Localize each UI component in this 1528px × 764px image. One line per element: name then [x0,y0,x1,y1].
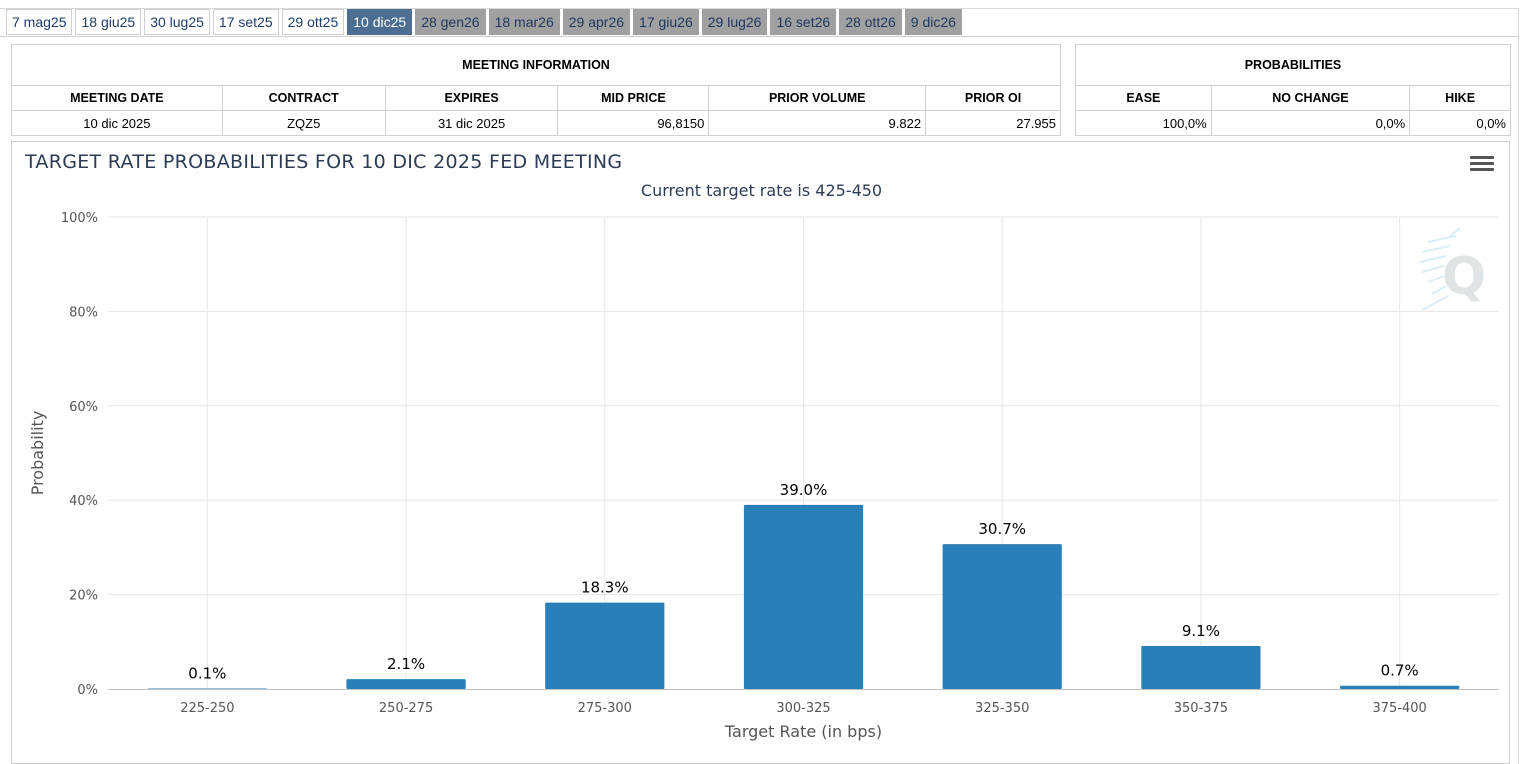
col-mid-price: MID PRICE [557,85,710,111]
meeting-info-heading: MEETING INFORMATION [11,44,1061,86]
data-label: 0.7% [1381,662,1419,680]
col-hike: HIKE [1409,85,1511,111]
prior-volume-value: 9.822 [708,110,927,136]
hike-value: 0,0% [1409,110,1511,136]
y-tick-label: 100% [61,211,98,226]
y-tick-label: 60% [69,400,98,415]
col-contract: CONTRACT [221,85,386,111]
y-tick-label: 40% [69,494,98,509]
meeting-info-table: MEETING INFORMATION MEETING DATE CONTRAC… [11,44,1061,136]
table-row: 100,0% 0,0% 0,0% [1075,110,1511,136]
x-tick-label: 275-300 [578,701,632,716]
tab-29-apr26[interactable]: 29 apr26 [562,9,631,35]
bar-275-300 [545,602,665,689]
tab-28-ott26[interactable]: 28 ott26 [839,9,902,35]
meeting-tabs: 7 mag25 18 giu25 30 lug25 17 set25 29 ott25 1… [6,9,962,37]
mid-price-value: 96,8150 [557,110,710,136]
y-tick-label: 80% [69,305,98,320]
bar-375-400 [1340,685,1460,689]
no-change-value: 0,0% [1210,110,1411,136]
data-label: 2.1% [387,655,425,673]
ease-value: 100,0% [1075,110,1212,136]
prior-oi-value: 27.955 [925,110,1061,136]
probabilities-heading: PROBABILITIES [1075,44,1511,86]
col-meeting-date: MEETING DATE [11,85,223,111]
cme-q-logo: Q [1419,227,1486,311]
data-label: 39.0% [780,481,828,499]
bar-350-375 [1141,646,1261,689]
tab-10-dic25[interactable]: 10 dic25 [347,9,413,35]
tab-17-set25[interactable]: 17 set25 [212,9,279,35]
tab-9-dic26[interactable]: 9 dic26 [904,9,962,35]
x-tick-label: 325-350 [975,701,1029,716]
tab-28-gen26[interactable]: 28 gen26 [415,9,486,35]
x-tick-label: 225-250 [180,701,234,716]
tab-17-giu26[interactable]: 17 giu26 [633,9,699,35]
tabbar-divider [0,36,1519,37]
tab-29-lug26[interactable]: 29 lug26 [701,9,768,35]
x-tick-label: 375-400 [1372,701,1426,716]
col-no-change: NO CHANGE [1210,85,1411,111]
bar-250-275 [346,679,466,689]
data-label: 0.1% [188,665,226,683]
bar-300-325 [743,504,864,689]
table-row: 10 dic 2025 ZQZ5 31 dic 2025 96,8150 9.8… [11,110,1061,136]
col-ease: EASE [1075,85,1212,111]
tab-18-mar26[interactable]: 18 mar26 [488,9,560,35]
tab-30-lug25[interactable]: 30 lug25 [144,9,210,35]
x-tick-label: 350-375 [1174,701,1228,716]
data-label: 30.7% [978,520,1026,538]
chart-panel: TARGET RATE PROBABILITIES FOR 10 DIC 202… [11,141,1510,764]
y-axis-title: Probability [28,411,47,496]
probabilities-table: PROBABILITIES EASE NO CHANGE HIKE 100,0%… [1075,44,1511,136]
x-axis-title: Target Rate (in bps) [724,722,882,741]
bar-chart: Q 0% 20% 40% 60% 80% 100% 0.1% 225-250 2.1% 250-2… [28,211,1499,741]
tab-29-ott25[interactable]: 29 ott25 [281,9,345,35]
contract-value: ZQZ5 [221,110,386,136]
bar-325-350 [942,544,1062,689]
expires-value: 31 dic 2025 [384,110,559,136]
col-prior-oi: PRIOR OI [925,85,1061,111]
svg-text:Q: Q [1442,247,1486,307]
col-expires: EXPIRES [384,85,559,111]
data-label: 9.1% [1182,622,1220,640]
x-tick-label: 300-325 [776,701,830,716]
tab-16-set26[interactable]: 16 set26 [770,9,837,35]
meeting-date-value: 10 dic 2025 [11,110,223,136]
tab-18-giu25[interactable]: 18 giu25 [75,9,142,35]
col-prior-volume: PRIOR VOLUME [708,85,927,111]
data-label: 18.3% [581,579,629,597]
y-tick-label: 0% [77,683,98,698]
y-tick-label: 20% [69,589,98,604]
x-tick-label: 250-275 [379,701,433,716]
tab-7-mag25[interactable]: 7 mag25 [6,9,73,35]
